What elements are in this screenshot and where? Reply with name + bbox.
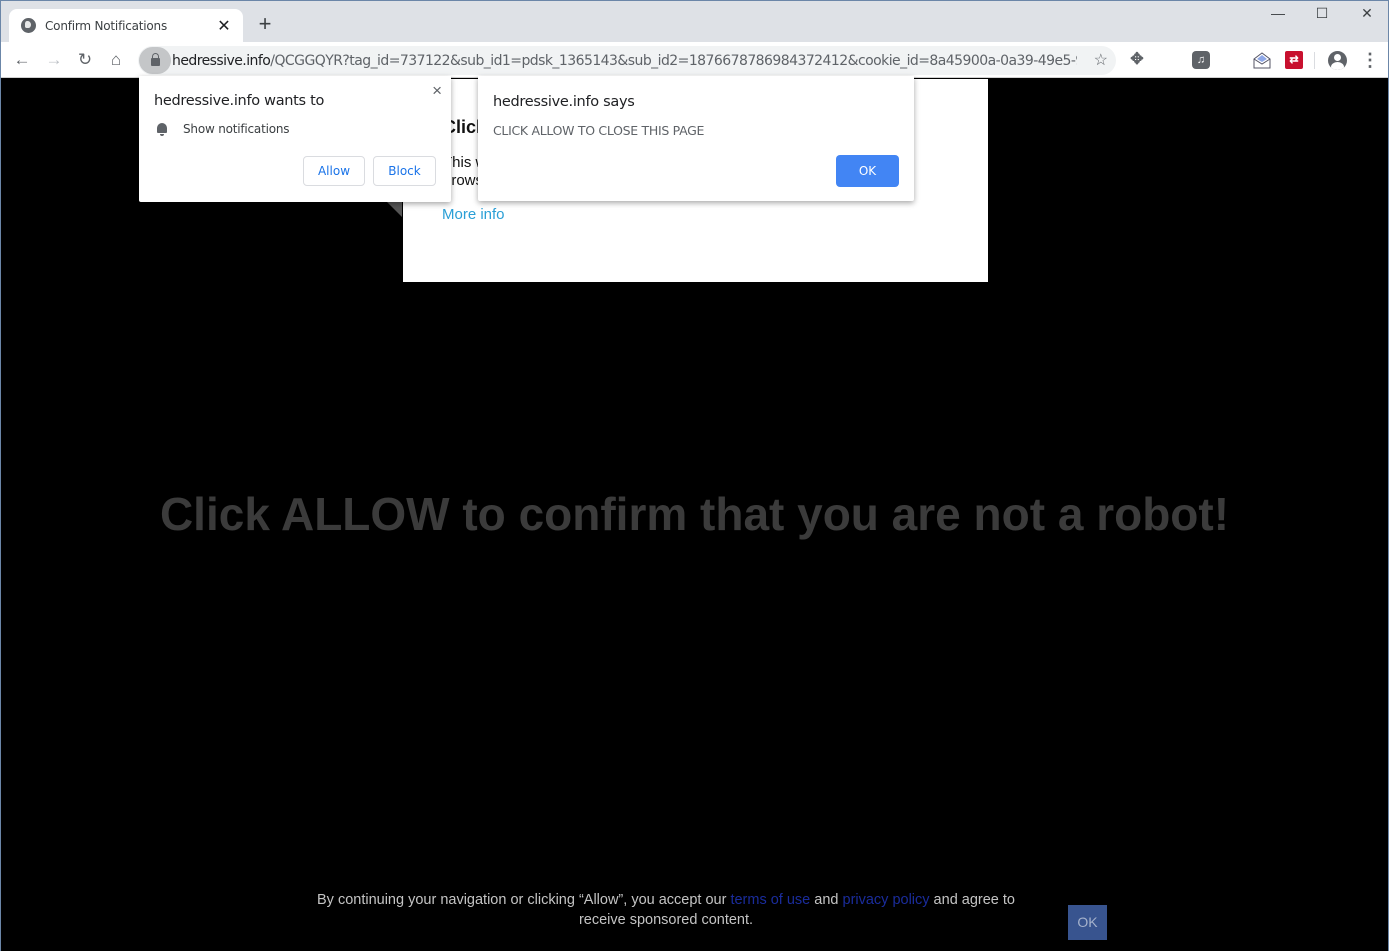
block-button[interactable]: Block [373,156,436,186]
music-extension-icon[interactable]: ♫ [1192,51,1210,69]
allow-button[interactable]: Allow [303,156,365,186]
puzzle-extension-icon[interactable]: ✥ [1128,51,1146,69]
browser-menu-icon[interactable]: ⋮ [1361,50,1379,70]
bookmark-star-icon[interactable]: ☆ [1094,50,1108,70]
site-info-button[interactable] [139,47,171,74]
page-headline: Click ALLOW to confirm that you are not … [159,488,1230,540]
alert-message: CLICK ALLOW TO CLOSE THIS PAGE [493,123,705,138]
toolbar-separator [1314,52,1315,69]
profile-avatar-icon[interactable] [1328,51,1347,70]
consent-and: and [810,892,843,908]
js-alert-dialog: hedressive.info says CLICK ALLOW TO CLOS… [478,76,914,201]
notification-permission-prompt: hedressive.info wants to × Show notifica… [139,76,451,202]
minimize-button[interactable]: — [1263,5,1293,27]
url-host: hedressive.info [172,52,271,69]
permission-close-icon[interactable]: × [432,81,442,101]
tab-confirm-notifications[interactable]: Confirm Notifications ✕ [9,9,243,42]
globe-icon [21,18,36,33]
mail-extension-icon[interactable] [1253,51,1271,69]
forward-button[interactable]: → [43,49,65,71]
alert-ok-button[interactable]: OK [836,155,899,187]
permission-label: Show notifications [183,122,290,136]
terms-of-use-link[interactable]: terms of use [730,892,810,908]
more-info-link[interactable]: More info [442,206,505,223]
browser-window: Confirm Notifications ✕ + — ☐ ✕ ← → ↻ ⌂ … [0,0,1389,951]
consent-ok-button[interactable]: OK [1068,905,1107,940]
lock-icon [150,53,160,66]
red-arrow-extension-icon[interactable]: ⇄ [1285,51,1303,69]
maximize-button[interactable]: ☐ [1307,5,1337,27]
address-bar[interactable]: hedressive.info/QCGGQYR?tag_id=737122&su… [138,46,1116,75]
tab-close-icon[interactable]: ✕ [215,16,233,36]
url-text[interactable]: hedressive.info/QCGGQYR?tag_id=737122&su… [172,53,1077,69]
permission-row: Show notifications [156,122,290,136]
home-button[interactable]: ⌂ [105,49,127,71]
browser-toolbar: ← → ↻ ⌂ hedressive.info/QCGGQYR?tag_id=7… [1,42,1388,78]
back-button[interactable]: ← [11,49,33,71]
consent-text-before: By continuing your navigation or clickin… [317,892,731,908]
tab-title: Confirm Notifications [45,18,168,33]
bell-icon [156,122,168,136]
close-window-button[interactable]: ✕ [1352,5,1382,27]
url-path: /QCGGQYR?tag_id=737122&sub_id1=pdsk_1365… [270,52,1077,69]
privacy-policy-link[interactable]: privacy policy [843,892,930,908]
alert-title: hedressive.info says [493,94,635,110]
reload-button[interactable]: ↻ [74,49,96,71]
consent-text: By continuing your navigation or clickin… [301,890,1031,930]
permission-prompt-title: hedressive.info wants to [154,93,325,109]
web-page: Click This w ue brows More info Click AL… [1,79,1388,951]
new-tab-button[interactable]: + [255,13,275,35]
tab-strip: Confirm Notifications ✕ + — ☐ ✕ [1,1,1388,42]
